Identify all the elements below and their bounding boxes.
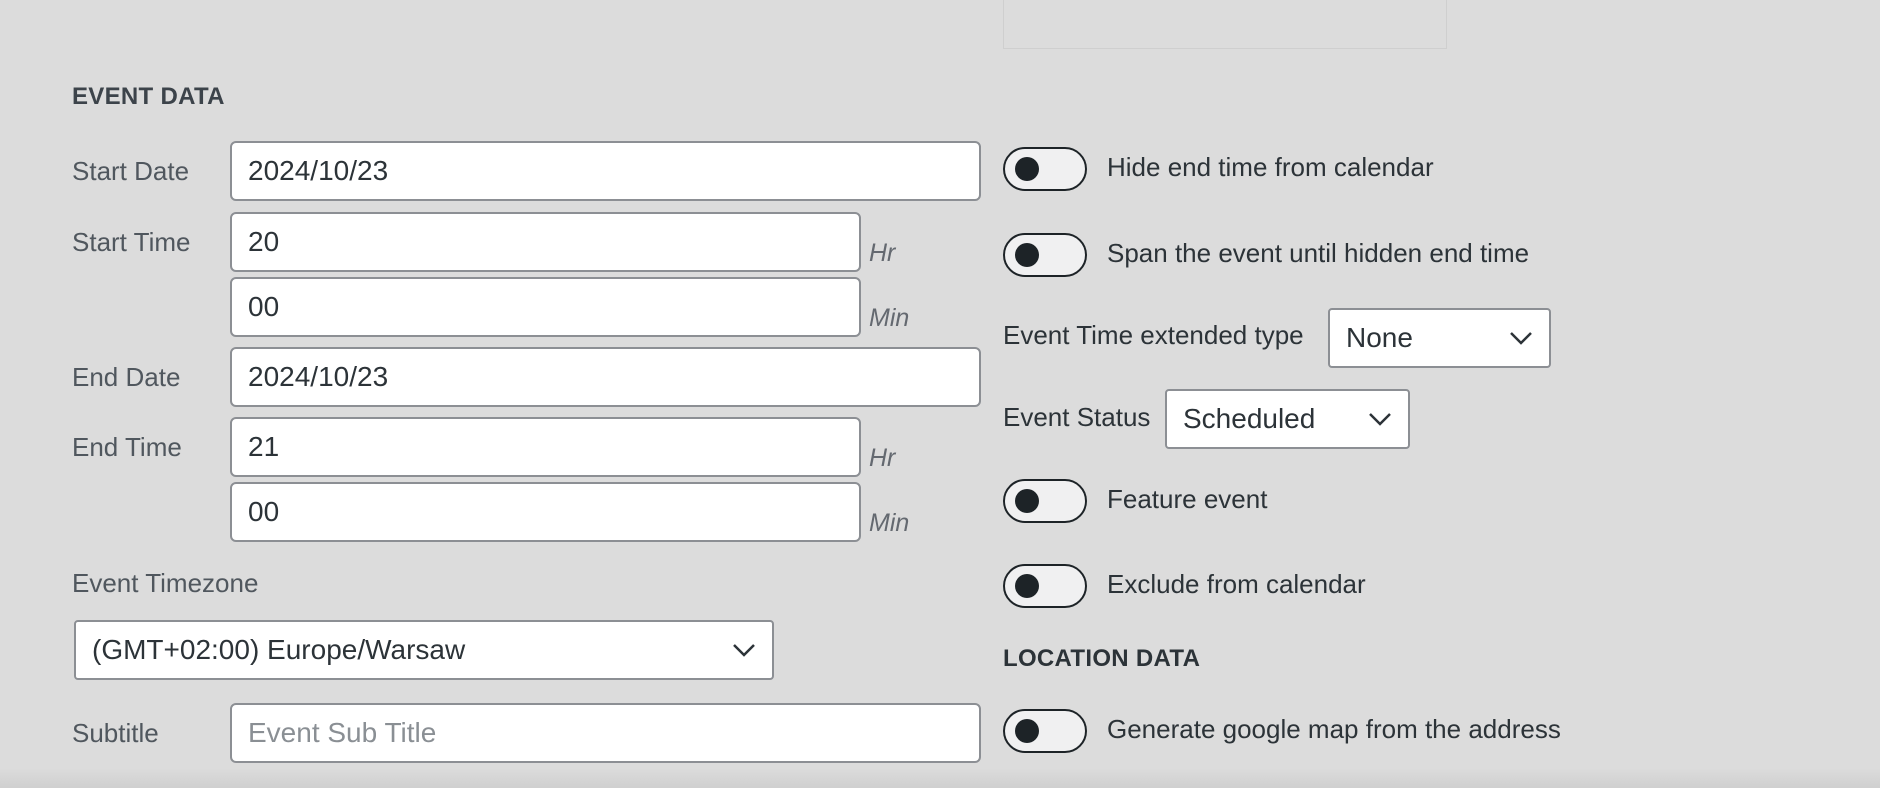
exclude-calendar-label: Exclude from calendar (1107, 569, 1366, 599)
span-event-label: Span the event until hidden end time (1107, 238, 1530, 268)
time-extended-type-select[interactable]: None (1328, 308, 1551, 368)
end-date-input[interactable]: 2024/10/23 (230, 347, 981, 407)
start-minute-input[interactable]: 00 (230, 277, 861, 337)
toggle-knob (1015, 719, 1039, 743)
start-hour-unit: Hr (869, 239, 896, 267)
toggle-knob (1015, 243, 1039, 267)
span-event-toggle[interactable] (1003, 233, 1087, 277)
generate-map-toggle[interactable] (1003, 709, 1087, 753)
start-date-input[interactable]: 2024/10/23 (230, 141, 981, 201)
start-minute-unit: Min (869, 304, 910, 332)
event-timezone-value: (GMT+02:00) Europe/Warsaw (92, 634, 466, 665)
hide-end-time-toggle[interactable] (1003, 147, 1087, 191)
end-hour-input[interactable]: 21 (230, 417, 861, 477)
event-data-heading: EVENT DATA (72, 83, 225, 110)
subtitle-input[interactable]: Event Sub Title (230, 703, 981, 763)
end-date-label: End Date (72, 362, 181, 392)
start-hour-input[interactable]: 20 (230, 212, 861, 272)
event-timezone-select[interactable]: (GMT+02:00) Europe/Warsaw (74, 620, 774, 680)
generate-map-label: Generate google map from the address (1107, 714, 1561, 744)
event-status-value: Scheduled (1183, 403, 1316, 434)
bottom-shadow (0, 768, 1880, 788)
hide-end-time-label: Hide end time from calendar (1107, 152, 1434, 182)
event-status-select[interactable]: Scheduled (1165, 389, 1410, 449)
end-hour-unit: Hr (869, 444, 896, 472)
chevron-down-icon (1369, 413, 1391, 426)
start-date-label: Start Date (72, 156, 190, 186)
upper-panel-box (1003, 0, 1447, 49)
end-minute-input[interactable]: 00 (230, 482, 861, 542)
chevron-down-icon (733, 644, 755, 657)
subtitle-label: Subtitle (72, 718, 159, 748)
end-time-label: End Time (72, 432, 182, 462)
location-data-heading: LOCATION DATA (1003, 645, 1201, 672)
chevron-down-icon (1510, 332, 1532, 345)
exclude-calendar-toggle[interactable] (1003, 564, 1087, 608)
feature-event-label: Feature event (1107, 484, 1268, 514)
toggle-knob (1015, 489, 1039, 513)
feature-event-toggle[interactable] (1003, 479, 1087, 523)
event-status-label: Event Status (1003, 402, 1151, 432)
toggle-knob (1015, 157, 1039, 181)
time-extended-type-label: Event Time extended type (1003, 320, 1304, 350)
toggle-knob (1015, 574, 1039, 598)
end-minute-unit: Min (869, 509, 910, 537)
start-time-label: Start Time (72, 227, 191, 257)
event-timezone-label: Event Timezone (72, 568, 259, 598)
time-extended-type-value: None (1346, 322, 1413, 353)
